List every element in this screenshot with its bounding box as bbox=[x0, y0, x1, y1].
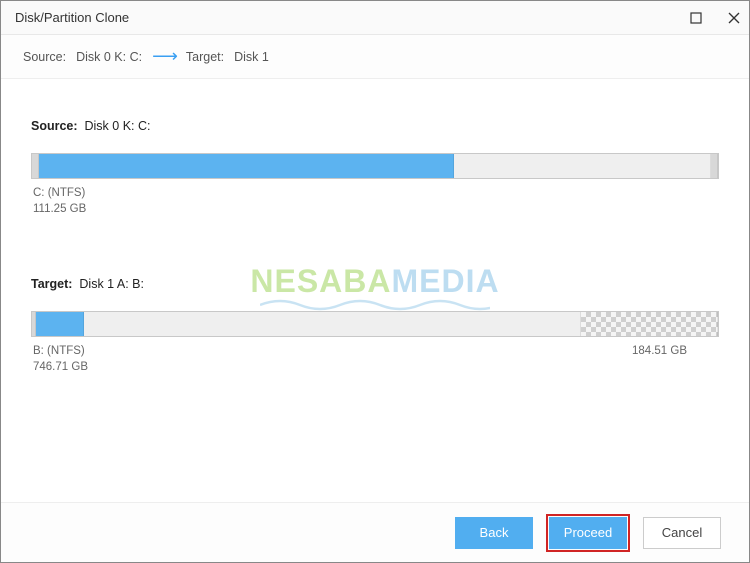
maximize-icon[interactable] bbox=[689, 11, 703, 25]
breadcrumb-source-value: Disk 0 K: C: bbox=[76, 50, 142, 64]
disk-segment-grey[interactable] bbox=[454, 154, 711, 178]
target-disk-bar[interactable] bbox=[31, 311, 719, 337]
content-area: Source: Disk 0 K: C: C: (NTFS) 111.25 GB… bbox=[1, 79, 749, 375]
source-disk-bar[interactable] bbox=[31, 153, 719, 179]
disk-segment-blue[interactable] bbox=[36, 312, 84, 336]
titlebar: Disk/Partition Clone bbox=[1, 1, 749, 35]
source-disk-info: C: (NTFS) 111.25 GB bbox=[31, 185, 719, 217]
breadcrumb: Source: Disk 0 K: C: ⟶ Target: Disk 1 bbox=[1, 35, 749, 79]
breadcrumb-source-label: Source: bbox=[23, 50, 66, 64]
footer: Back Proceed Cancel bbox=[1, 502, 749, 562]
target-section: Target: Disk 1 A: B: B: (NTFS) 746.71 GB… bbox=[31, 277, 719, 375]
back-button[interactable]: Back bbox=[455, 517, 533, 549]
source-heading: Source: Disk 0 K: C: bbox=[31, 119, 719, 133]
close-icon[interactable] bbox=[727, 11, 741, 25]
disk-segment-checker[interactable] bbox=[581, 312, 718, 336]
window-controls bbox=[689, 11, 741, 25]
target-partition-name: B: (NTFS) bbox=[33, 343, 88, 359]
source-partition-size: 111.25 GB bbox=[33, 201, 86, 217]
target-partition-size: 746.71 GB bbox=[33, 359, 88, 375]
disk-segment-tiny[interactable] bbox=[32, 154, 39, 178]
target-disk-info: B: (NTFS) 746.71 GB 184.51 GB bbox=[31, 343, 719, 375]
cancel-button[interactable]: Cancel bbox=[643, 517, 721, 549]
target-heading: Target: Disk 1 A: B: bbox=[31, 277, 719, 291]
arrow-right-icon: ⟶ bbox=[152, 46, 176, 67]
disk-segment-grey[interactable] bbox=[84, 312, 581, 336]
source-section: Source: Disk 0 K: C: C: (NTFS) 111.25 GB bbox=[31, 119, 719, 217]
target-unallocated-size: 184.51 GB bbox=[632, 343, 687, 359]
breadcrumb-target-value: Disk 1 bbox=[234, 50, 269, 64]
disk-segment-blue[interactable] bbox=[39, 154, 454, 178]
breadcrumb-target-label: Target: bbox=[186, 50, 224, 64]
source-partition-name: C: (NTFS) bbox=[33, 185, 86, 201]
window-title: Disk/Partition Clone bbox=[15, 10, 129, 25]
disk-segment-tiny[interactable] bbox=[711, 154, 718, 178]
proceed-button[interactable]: Proceed bbox=[549, 517, 627, 549]
